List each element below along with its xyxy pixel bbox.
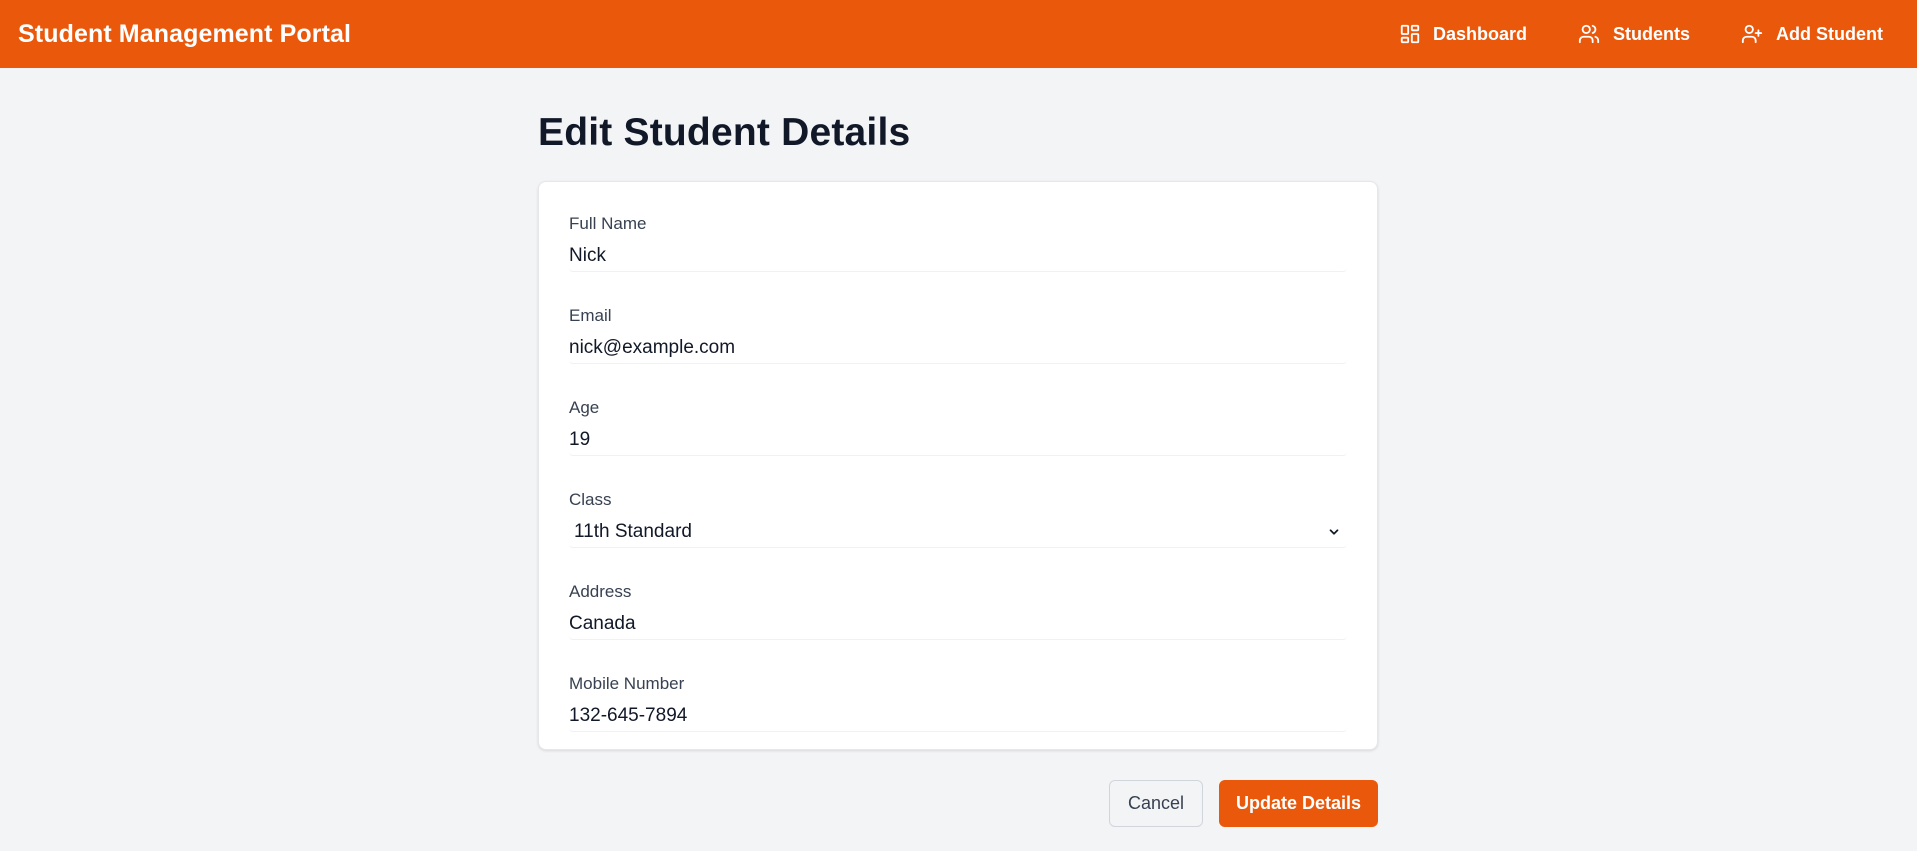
class-field: Class 11th Standard [569,490,1347,548]
edit-student-form: Full Name Email Age Class 11th Standard … [538,181,1378,750]
chevron-down-icon [1329,529,1339,535]
cancel-button[interactable]: Cancel [1109,780,1203,827]
address-label: Address [569,582,632,601]
mobile-field: Mobile Number [569,674,1347,732]
user-plus-icon [1741,24,1763,44]
mobile-label: Mobile Number [569,674,685,693]
class-select[interactable]: 11th Standard [569,516,1347,548]
full-name-label: Full Name [569,214,647,233]
nav-link-dashboard[interactable]: Dashboard [1399,23,1527,45]
email-field: Email [569,306,1347,364]
email-label: Email [569,306,612,325]
page-title: Edit Student Details [538,111,911,154]
nav-link-students[interactable]: Students [1577,23,1690,45]
nav-link-add-student[interactable]: Add Student [1740,23,1883,45]
age-field: Age [569,398,1347,456]
address-field: Address [569,582,1347,640]
class-select-value: 11th Standard [574,520,692,542]
nav-link-label: Students [1613,23,1691,44]
dashboard-icon [1400,24,1420,44]
nav-link-label: Add Student [1776,23,1883,44]
age-input[interactable] [569,424,1347,456]
main-content: Edit Student Details Full Name Email Age… [538,68,1378,827]
brand-title: Student Management Portal [18,19,352,48]
form-actions: Cancel Update Details [538,780,1378,827]
users-icon [1578,24,1600,44]
update-details-button[interactable]: Update Details [1219,780,1378,827]
nav-link-label: Dashboard [1432,23,1527,44]
top-navbar: Student Management Portal Dashboard Stud… [0,0,1917,68]
email-input[interactable] [569,332,1347,364]
full-name-input[interactable] [569,240,1347,272]
full-name-field: Full Name [569,214,1347,272]
class-label: Class [569,490,612,509]
address-input[interactable] [569,608,1347,640]
nav-links: Dashboard Students Add Student [1349,23,1883,45]
mobile-input[interactable] [569,700,1347,732]
age-label: Age [569,398,600,417]
